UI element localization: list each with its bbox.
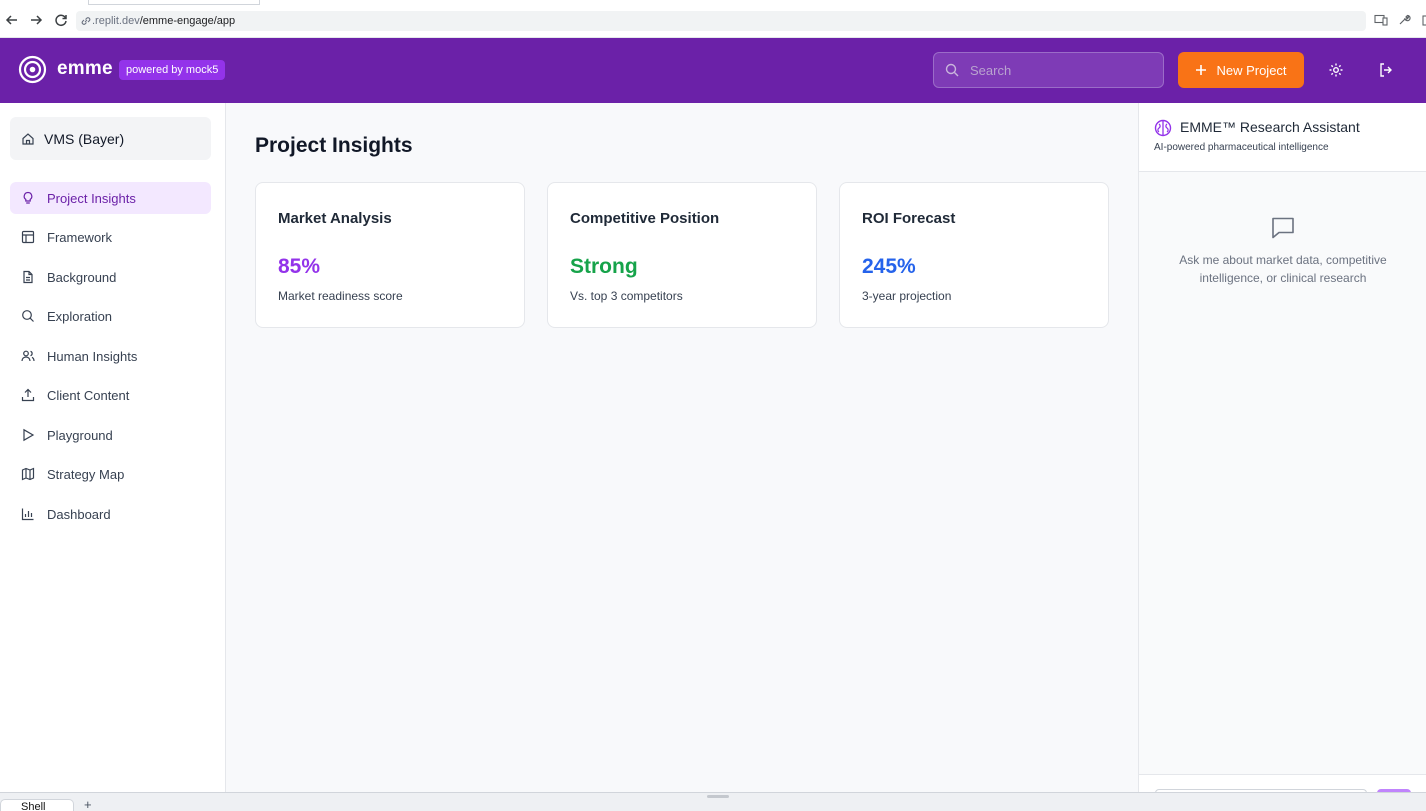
market-analysis-card[interactable]: Market Analysis 85% Market readiness sco… [255, 182, 525, 328]
sidebar-item-framework[interactable]: Framework [10, 221, 211, 253]
reload-icon[interactable] [53, 12, 69, 28]
competitive-position-card[interactable]: Competitive Position Strong Vs. top 3 co… [547, 182, 817, 328]
new-project-button[interactable]: New Project [1178, 52, 1304, 88]
map-icon [21, 467, 35, 481]
main-content: Project Insights Market Analysis 85% Mar… [226, 103, 1138, 792]
home-icon [22, 132, 34, 145]
layout-icon [21, 230, 35, 244]
research-assistant-panel: EMME™ Research Assistant AI-powered phar… [1138, 103, 1426, 793]
link-icon [81, 17, 91, 25]
resize-handle[interactable] [707, 795, 729, 798]
sidebar-item-label: Client Content [47, 387, 130, 403]
assistant-header: EMME™ Research Assistant AI-powered phar… [1139, 103, 1426, 172]
search-icon [945, 63, 959, 77]
sidebar-item-strategy-map[interactable]: Strategy Map [10, 458, 211, 490]
roi-forecast-card[interactable]: ROI Forecast 245% 3-year projection [839, 182, 1109, 328]
assistant-subtitle: AI-powered pharmaceutical intelligence [1154, 142, 1329, 153]
document-icon [23, 270, 33, 284]
sidebar-item-client-content[interactable]: Client Content [10, 379, 211, 411]
lightbulb-icon [23, 191, 33, 204]
upload-icon [21, 388, 35, 402]
back-icon[interactable] [4, 12, 20, 28]
card-title: ROI Forecast [862, 210, 956, 227]
app-header: emme powered by mock5 New Project [0, 38, 1426, 103]
window-icon[interactable] [1418, 12, 1426, 28]
url-path: /emme-engage/app [139, 15, 236, 27]
plus-icon [1196, 65, 1207, 75]
add-tab-button[interactable]: + [84, 798, 92, 811]
message-square-icon [1272, 217, 1294, 239]
bottom-panel-bar: Shell + [0, 792, 1426, 811]
sidebar-item-human-insights[interactable]: Human Insights [10, 340, 211, 372]
sidebar-item-background[interactable]: Background [10, 261, 211, 293]
sidebar-item-label: Project Insights [47, 190, 136, 206]
target-logo-icon[interactable] [18, 55, 47, 84]
card-subtitle: 3-year projection [862, 289, 952, 303]
page-title: Project Insights [255, 134, 413, 157]
forward-icon[interactable] [28, 12, 44, 28]
sidebar-item-label: Framework [47, 229, 113, 245]
sidebar-item-label: Strategy Map [47, 466, 125, 482]
settings-gear-icon[interactable] [1327, 61, 1345, 79]
project-name: VMS (Bayer) [44, 130, 125, 147]
sidebar-item-label: Dashboard [47, 506, 111, 522]
address-bar[interactable]: .replit.dev/emme-engage/app [76, 11, 1366, 31]
sidebar-item-project-insights[interactable]: Project Insights [10, 182, 211, 214]
devices-icon[interactable] [1373, 12, 1389, 28]
shell-tab-label: Shell [21, 801, 46, 811]
sidebar-item-label: Exploration [47, 308, 113, 324]
card-value: 85% [278, 255, 321, 278]
sidebar-item-playground[interactable]: Playground [10, 419, 211, 451]
users-icon [21, 350, 35, 362]
browser-toolbar: .replit.dev/emme-engage/app [0, 0, 1426, 38]
search-box[interactable] [933, 52, 1164, 88]
brand-name[interactable]: emme [57, 58, 113, 80]
browser-tab-edge [88, 0, 260, 5]
shell-tab[interactable]: Shell [0, 799, 74, 811]
new-project-label: New Project [1216, 62, 1287, 78]
play-icon [23, 428, 35, 442]
url-domain: .replit.dev [92, 15, 140, 27]
logout-icon[interactable] [1377, 61, 1395, 79]
sidebar-item-label: Background [47, 269, 117, 285]
project-selector[interactable]: VMS (Bayer) [10, 117, 211, 160]
bar-chart-icon [21, 508, 34, 521]
sidebar-item-exploration[interactable]: Exploration [10, 300, 211, 332]
sidebar-item-label: Human Insights [47, 348, 138, 364]
sidebar: VMS (Bayer) Project Insights Framework B… [0, 103, 226, 792]
brain-icon [1154, 119, 1172, 137]
assistant-title: EMME™ Research Assistant [1180, 119, 1360, 135]
card-value: Strong [570, 255, 638, 278]
assistant-input-area [1139, 774, 1426, 793]
card-title: Competitive Position [570, 210, 720, 227]
search-icon [22, 310, 34, 322]
card-title: Market Analysis [278, 210, 392, 227]
sidebar-item-dashboard[interactable]: Dashboard [10, 498, 211, 530]
search-input[interactable] [970, 62, 1150, 78]
wrench-icon[interactable] [1396, 12, 1412, 28]
sidebar-item-label: Playground [47, 427, 113, 443]
powered-by-badge: powered by mock5 [119, 60, 226, 80]
card-value: 245% [862, 255, 916, 278]
card-subtitle: Market readiness score [278, 289, 403, 303]
card-subtitle: Vs. top 3 competitors [570, 289, 683, 303]
assistant-empty-state: Ask me about market data, competitive in… [1179, 253, 1387, 285]
